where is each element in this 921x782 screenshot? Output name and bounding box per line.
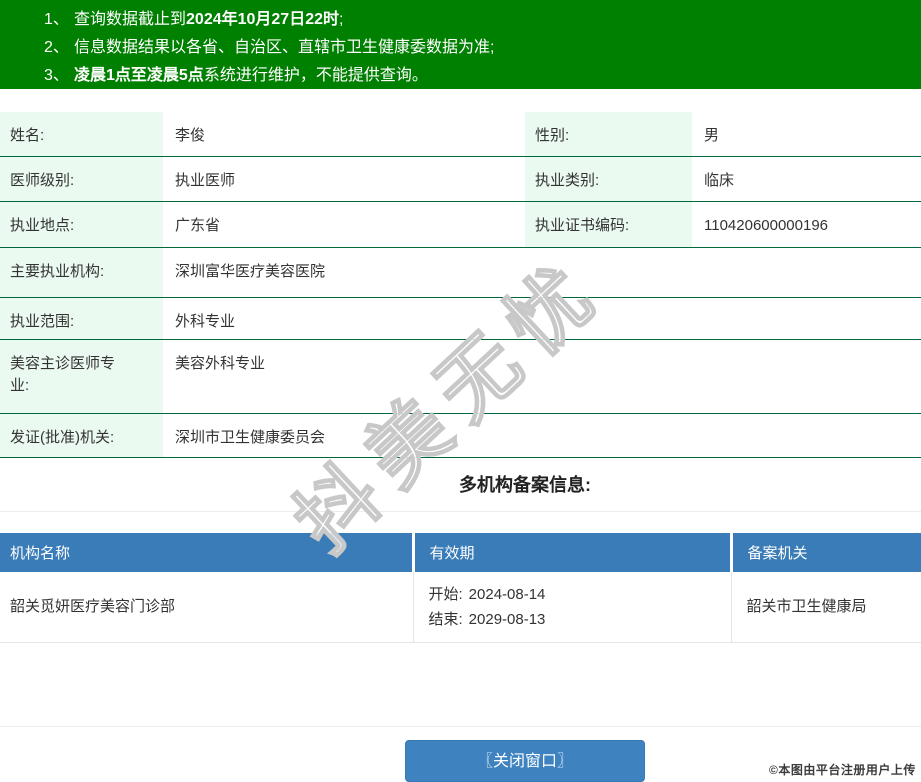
- field-label-location: 执业地点:: [0, 201, 163, 248]
- records-header-row: 机构名称 有效期 备案机关: [0, 532, 921, 572]
- column-header-org: 机构名称: [0, 532, 413, 572]
- record-validity: 开始: 2024-08-14 结束: 2029-08-13: [412, 571, 731, 643]
- notice-number: 1、: [44, 11, 69, 28]
- field-value-category: 临床: [692, 156, 921, 202]
- field-label-cert-no: 执业证书编码:: [525, 201, 692, 248]
- records-section-title: 多机构备案信息:: [459, 474, 591, 495]
- records-table: 机构名称 有效期 备案机关 韶关觅妍医疗美容门诊部 开始: 2024-08-14 …: [0, 532, 921, 643]
- record-row: 韶关觅妍医疗美容门诊部 开始: 2024-08-14 结束: 2029-08-13 …: [0, 571, 921, 643]
- field-value-main-org: 深圳富华医疗美容医院: [163, 247, 921, 298]
- field-label-scope: 执业范围:: [0, 297, 163, 340]
- column-header-validity: 有效期: [411, 532, 731, 572]
- field-label-main-org: 主要执业机构:: [0, 247, 163, 298]
- table-row: 执业地点: 广东省 执业证书编码: 110420600000196: [0, 201, 921, 248]
- upload-credit-note: ©本图由平台注册用户上传: [769, 763, 916, 777]
- divider: [0, 510, 921, 512]
- field-label-cosmetic-specialty: 美容主诊医师专业:: [0, 339, 163, 414]
- record-authority: 韶关市卫生健康局: [730, 571, 921, 643]
- table-row: 美容主诊医师专业: 美容外科专业: [0, 339, 921, 414]
- table-row: 姓名: 李俊 性别: 男: [0, 112, 921, 157]
- table-row: 主要执业机构: 深圳富华医疗美容医院: [0, 247, 921, 298]
- field-label-category: 执业类别:: [525, 156, 692, 202]
- page: 1、 查询数据截止到2024年10月27日22时; 2、 信息数据结果以各省、自…: [0, 0, 921, 782]
- field-label-gender: 性别:: [525, 112, 692, 157]
- record-org: 韶关觅妍医疗美容门诊部: [0, 571, 413, 643]
- field-value-level: 执业医师: [163, 156, 525, 202]
- table-row: 发证(批准)机关: 深圳市卫生健康委员会: [0, 413, 921, 458]
- notice-line-3: 3、 凌晨1点至凌晨5点系统进行维护，不能提供查询。: [0, 62, 921, 90]
- field-value-issuer: 深圳市卫生健康委员会: [163, 413, 921, 458]
- validity-end: 结束: 2029-08-13: [428, 610, 546, 628]
- doctor-info-table: 姓名: 李俊 性别: 男 医师级别: 执业医师 执业类别: 临床 执业地点: 广…: [0, 112, 921, 458]
- field-value-name: 李俊: [163, 112, 525, 157]
- notice-number: 3、: [44, 67, 69, 84]
- notice-text: 查询数据截止到2024年10月27日22时;: [74, 11, 344, 28]
- column-header-authority: 备案机关: [729, 532, 921, 572]
- close-window-button[interactable]: 〖关闭窗口〗: [405, 739, 645, 782]
- notice-text: 信息数据结果以各省、自治区、直辖市卫生健康委数据为准;: [74, 39, 495, 56]
- notice-number: 2、: [44, 39, 69, 56]
- notice-banner: 1、 查询数据截止到2024年10月27日22时; 2、 信息数据结果以各省、自…: [0, 0, 921, 89]
- field-label-name: 姓名:: [0, 112, 163, 157]
- table-row: 医师级别: 执业医师 执业类别: 临床: [0, 156, 921, 202]
- notice-line-2: 2、 信息数据结果以各省、自治区、直辖市卫生健康委数据为准;: [0, 34, 921, 62]
- notice-line-1: 1、 查询数据截止到2024年10月27日22时;: [0, 6, 921, 34]
- field-value-cosmetic-specialty: 美容外科专业: [163, 339, 921, 414]
- field-value-scope: 外科专业: [163, 297, 921, 340]
- divider: [0, 725, 921, 727]
- table-row: 执业范围: 外科专业: [0, 297, 921, 340]
- validity-start: 开始: 2024-08-14: [428, 585, 546, 603]
- field-value-gender: 男: [692, 112, 921, 157]
- field-label-issuer: 发证(批准)机关:: [0, 413, 163, 458]
- field-value-cert-no: 110420600000196: [692, 201, 921, 248]
- field-label-level: 医师级别:: [0, 156, 163, 202]
- field-value-location: 广东省: [163, 201, 525, 248]
- notice-text: 凌晨1点至凌晨5点系统进行维护，不能提供查询。: [74, 67, 428, 84]
